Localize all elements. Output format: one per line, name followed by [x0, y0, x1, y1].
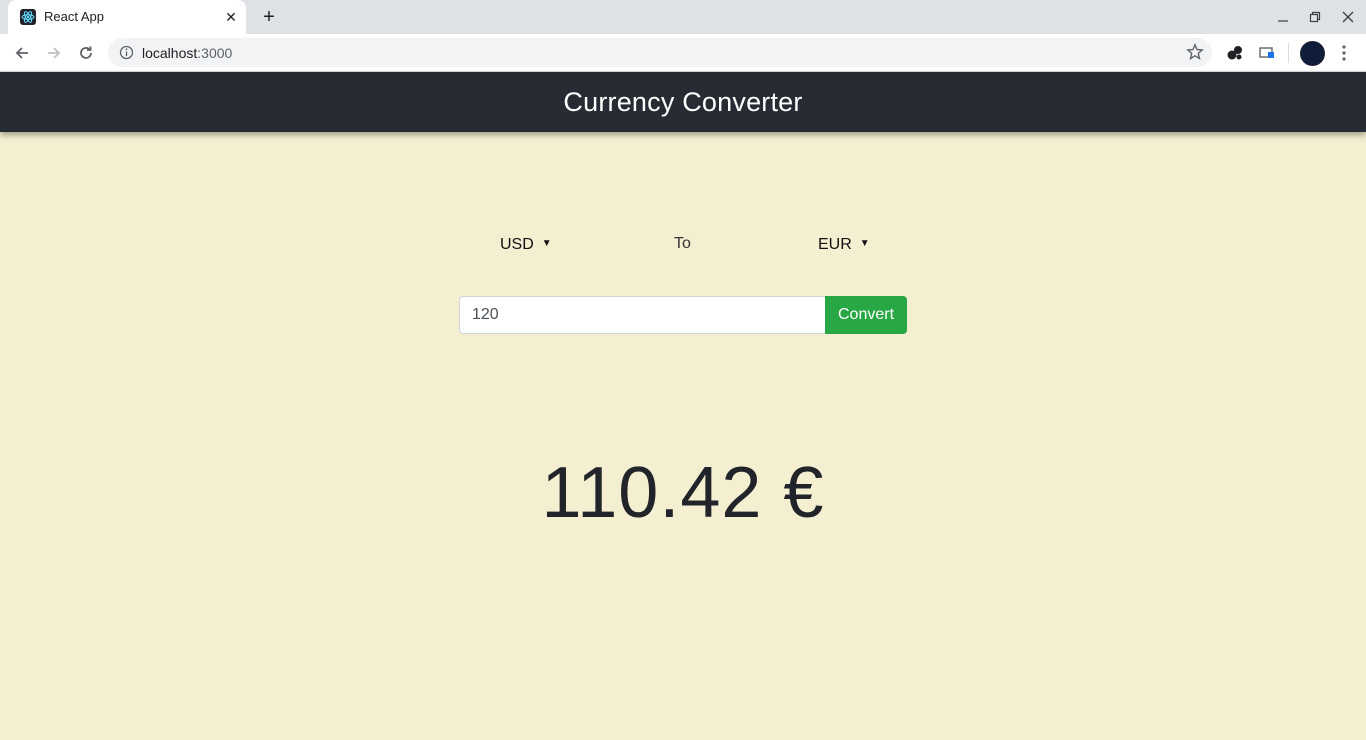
address-bar[interactable]: localhost:3000: [108, 38, 1212, 67]
amount-input[interactable]: [459, 296, 826, 334]
page-title: Currency Converter: [563, 86, 803, 117]
back-arrow-icon[interactable]: [9, 40, 35, 66]
url-text: localhost:3000: [142, 45, 232, 61]
from-currency-value: USD: [500, 236, 534, 253]
to-currency-value: EUR: [818, 236, 852, 253]
browser-tabstrip: React App ✕ +: [0, 0, 1366, 34]
to-label: To: [674, 235, 691, 252]
minimize-icon[interactable]: [1274, 8, 1292, 26]
conversion-result: 110.42 €: [541, 453, 825, 533]
bookmark-star-icon[interactable]: [1186, 43, 1204, 61]
convert-button[interactable]: Convert: [825, 296, 907, 334]
extension-icon[interactable]: [1225, 43, 1245, 63]
app-header: Currency Converter: [0, 72, 1366, 132]
browser-toolbar: localhost:3000: [0, 34, 1366, 72]
new-tab-button[interactable]: +: [258, 6, 280, 28]
caret-down-icon: ▼: [541, 237, 552, 249]
more-menu-icon[interactable]: [1334, 43, 1354, 63]
url-host: localhost: [142, 45, 198, 61]
restore-icon[interactable]: [1306, 8, 1324, 26]
forward-arrow-icon[interactable]: [41, 40, 67, 66]
url-port: :3000: [197, 45, 233, 61]
toolbar-divider: [1288, 43, 1289, 63]
caret-down-icon: ▼: [859, 237, 870, 249]
browser-tab[interactable]: React App ✕: [8, 0, 246, 34]
react-favicon-icon: [20, 9, 36, 25]
tab-title: React App: [44, 9, 104, 24]
profile-avatar[interactable]: [1300, 41, 1325, 66]
info-icon[interactable]: [119, 45, 134, 60]
close-tab-icon[interactable]: ✕: [222, 8, 240, 26]
from-currency-select[interactable]: USD ▼: [500, 232, 552, 258]
cast-icon[interactable]: [1257, 43, 1277, 63]
to-currency-select[interactable]: EUR ▼: [818, 232, 870, 258]
close-window-icon[interactable]: [1339, 8, 1357, 26]
reload-icon[interactable]: [73, 40, 99, 66]
